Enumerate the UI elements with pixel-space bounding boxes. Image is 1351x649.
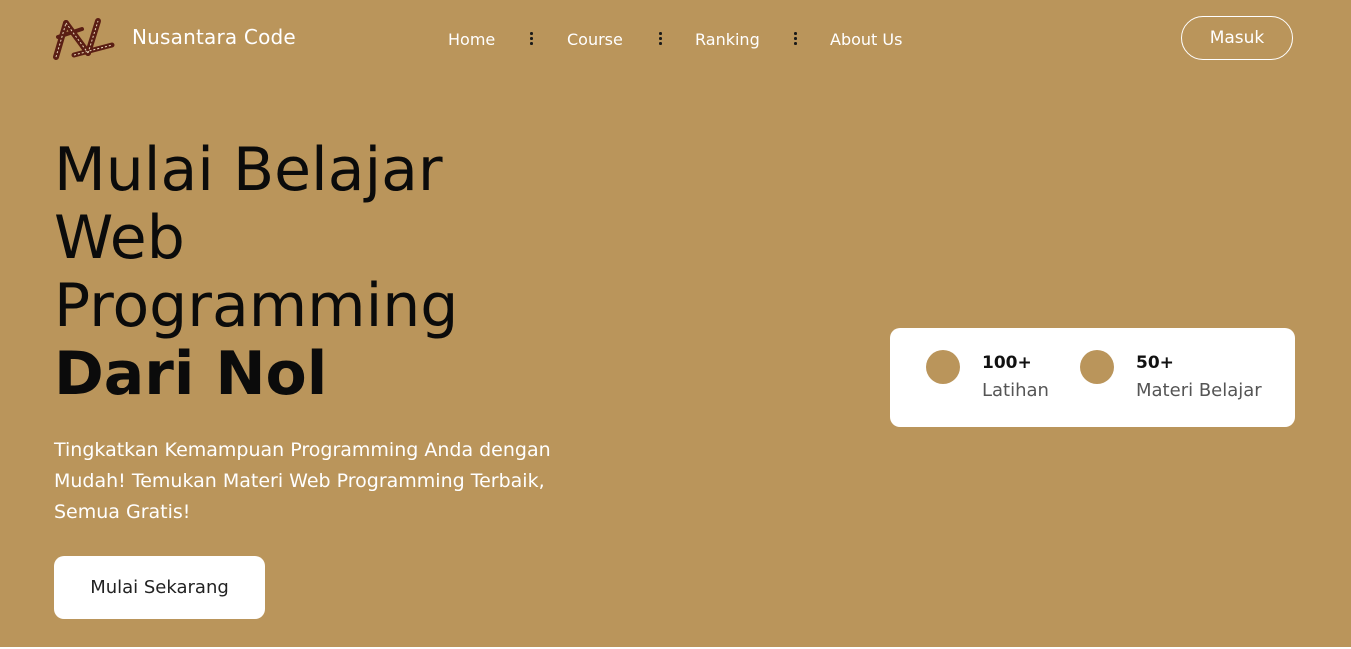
nav-item-ranking[interactable]: Ranking <box>695 30 760 49</box>
hero-title-line: Web <box>54 203 185 273</box>
nav-item-home[interactable]: Home <box>448 30 495 49</box>
hero-title-line: Programming <box>54 271 459 341</box>
nav-item-about-us[interactable]: About Us <box>830 30 902 49</box>
landing-page: Nusantara Code Home Course Ranking About… <box>0 0 1351 649</box>
vertical-dots-icon <box>658 32 662 46</box>
login-button[interactable]: Masuk <box>1181 16 1293 60</box>
hero-description: Tingkatkan Kemampuan Programming Anda de… <box>54 439 551 523</box>
stat-value-materials: 50+ <box>1136 353 1174 373</box>
brand-name[interactable]: Nusantara Code <box>132 25 296 49</box>
vertical-dots-icon <box>793 32 797 46</box>
start-now-button[interactable]: Mulai Sekarang <box>54 556 265 619</box>
stat-value-exercises: 100+ <box>982 353 1032 373</box>
nusantara-logo-icon[interactable] <box>52 15 116 63</box>
stat-label-exercises: Latihan <box>982 380 1049 401</box>
stats-card: 100+ Latihan 50+ Materi Belajar <box>890 328 1295 427</box>
hero-title: Mulai Belajar Web Programming Dari Nol <box>54 136 458 408</box>
hero-title-line: Mulai Belajar <box>54 135 443 205</box>
stat-label-materials: Materi Belajar <box>1136 380 1262 401</box>
vertical-dots-icon <box>529 32 533 46</box>
nav-item-course[interactable]: Course <box>567 30 623 49</box>
stat-circle-icon <box>1080 350 1114 384</box>
hero-title-highlight: Dari Nol <box>54 339 328 409</box>
stat-circle-icon <box>926 350 960 384</box>
